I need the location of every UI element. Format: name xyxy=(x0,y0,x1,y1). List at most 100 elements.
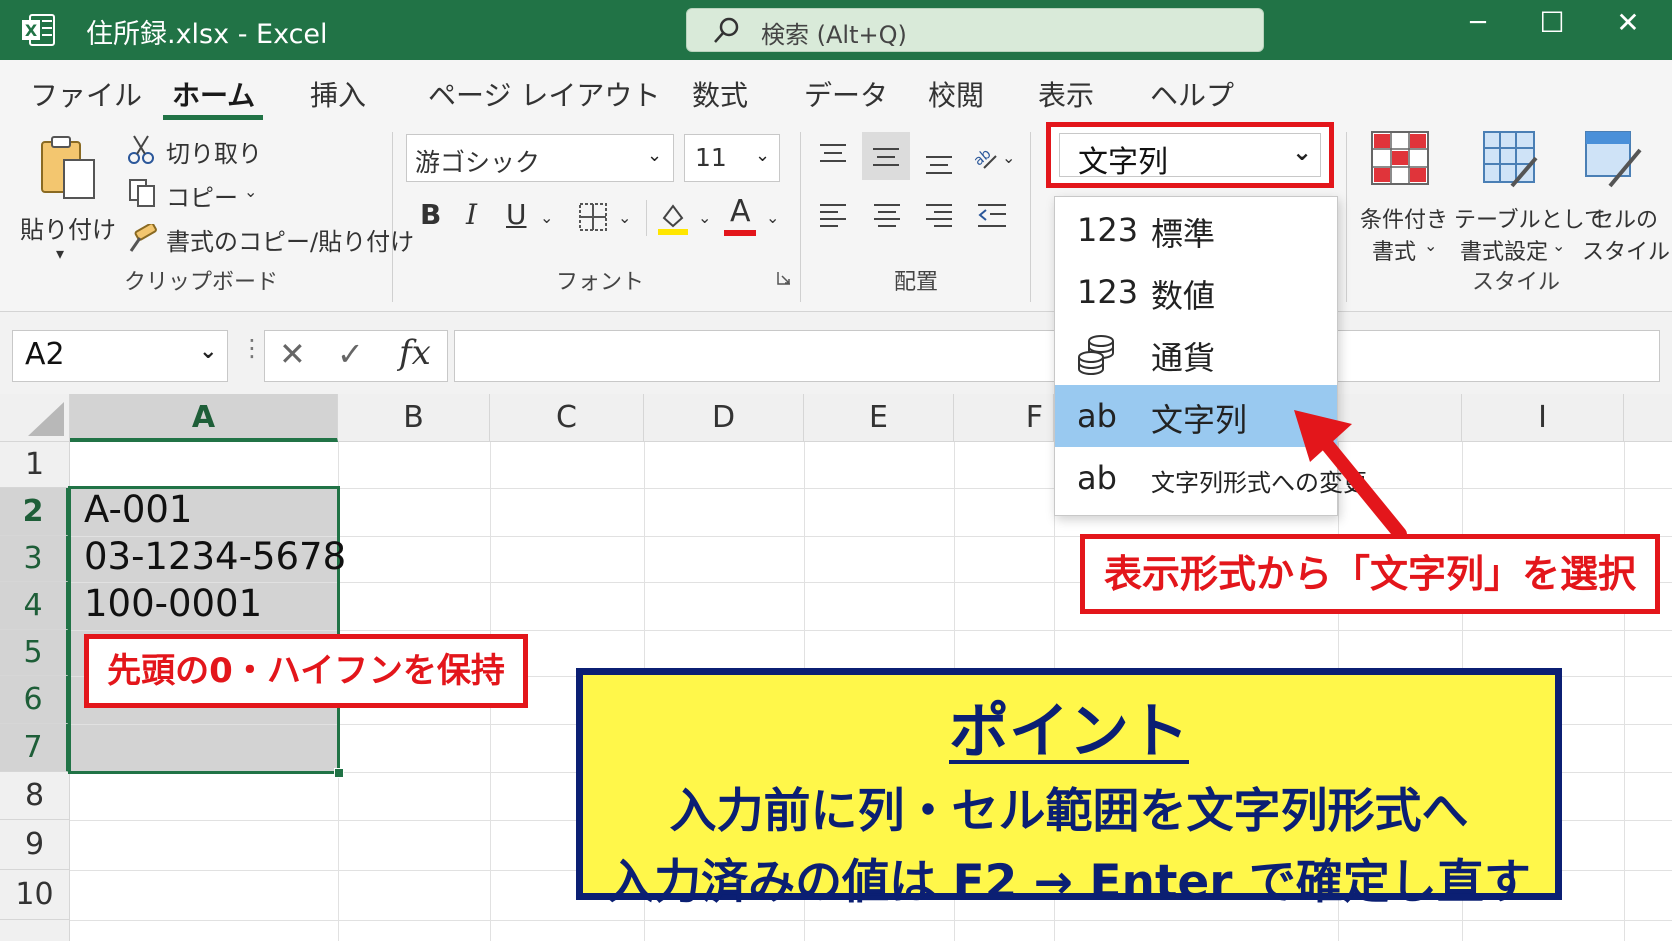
tab-data[interactable]: データ xyxy=(804,74,888,114)
conditional-formatting-icon xyxy=(1371,131,1429,185)
column-header-i[interactable]: I xyxy=(1462,394,1624,442)
cell-a3[interactable]: 03-1234-5678 xyxy=(84,535,346,578)
align-bottom-icon[interactable] xyxy=(924,150,954,176)
row-header-4[interactable]: 4 xyxy=(0,582,70,630)
decrease-indent-icon[interactable] xyxy=(976,202,1008,230)
column-header-c[interactable]: C xyxy=(490,394,644,442)
general-123-icon: 123 xyxy=(1077,211,1139,249)
copy-button[interactable]: コピー xyxy=(166,178,238,213)
font-color-button[interactable]: A xyxy=(730,194,751,229)
tab-home[interactable]: ホーム xyxy=(172,74,255,114)
format-option-currency[interactable]: 通貨 xyxy=(1055,323,1337,385)
format-option-label: 文字列 xyxy=(1151,401,1248,439)
maximize-button[interactable]: ☐ xyxy=(1532,6,1572,46)
column-header-d[interactable]: D xyxy=(644,394,804,442)
format-painter-button[interactable]: 書式のコピー/貼り付け xyxy=(166,222,414,257)
borders-chevron-icon[interactable]: ⌄ xyxy=(618,208,631,227)
align-right-icon[interactable] xyxy=(924,202,954,230)
select-all-corner[interactable] xyxy=(0,394,70,442)
minimize-button[interactable]: ─ xyxy=(1458,8,1498,48)
format-option-number[interactable]: 123 数値 xyxy=(1055,261,1337,323)
cancel-entry-button[interactable]: ✕ xyxy=(279,335,306,373)
search-box[interactable]: 検索 (Alt+Q) xyxy=(686,8,1264,52)
orientation-icon[interactable]: ab xyxy=(970,142,1000,172)
name-box-value: A2 xyxy=(25,337,65,372)
bold-button[interactable]: B xyxy=(420,198,441,231)
row-header-6[interactable]: 6 xyxy=(0,676,70,724)
conditional-formatting-label-2[interactable]: 書式 xyxy=(1372,234,1416,266)
close-button[interactable]: ✕ xyxy=(1608,6,1648,46)
font-name-chevron-icon: ⌄ xyxy=(647,145,663,166)
fill-handle[interactable] xyxy=(334,768,344,778)
confirm-entry-button[interactable]: ✓ xyxy=(337,335,364,373)
format-option-label: 標準 xyxy=(1151,215,1216,253)
format-option-label: 数値 xyxy=(1151,277,1216,315)
cell-a2[interactable]: A-001 xyxy=(84,488,192,531)
font-color-swatch xyxy=(724,230,756,236)
font-size-select[interactable]: 11 ⌄ xyxy=(684,134,780,182)
row-header-8[interactable]: 8 xyxy=(0,772,70,820)
cell-a4[interactable]: 100-0001 xyxy=(84,582,262,625)
format-as-table-label-2[interactable]: 書式設定 xyxy=(1460,234,1548,266)
cell-styles-label-1[interactable]: セルの xyxy=(1592,202,1658,234)
conditional-formatting-chevron-icon[interactable]: ⌄ xyxy=(1424,236,1437,255)
name-box[interactable]: A2 ⌄ xyxy=(12,330,228,382)
column-header-a[interactable]: A xyxy=(70,394,338,442)
format-as-table-label-1[interactable]: テーブルとして xyxy=(1454,202,1606,234)
conditional-formatting-label-1[interactable]: 条件付き xyxy=(1360,202,1448,234)
formula-controls: ✕ ✓ fx xyxy=(264,330,448,382)
row-header-3[interactable]: 3 xyxy=(0,536,70,582)
tab-formulas[interactable]: 数式 xyxy=(692,74,748,114)
underline-button[interactable]: U xyxy=(506,198,527,231)
copy-dropdown-chevron-icon[interactable]: ⌄ xyxy=(244,182,257,201)
format-option-general[interactable]: 123 標準 xyxy=(1055,199,1337,261)
ribbon-separator xyxy=(800,132,801,302)
row-header-9[interactable]: 9 xyxy=(0,820,70,870)
paste-label: 貼り付け xyxy=(20,216,116,244)
tab-page-layout[interactable]: ページ レイアウト xyxy=(428,74,660,114)
formula-bar-grip-icon[interactable]: ⋮ xyxy=(240,334,264,362)
tab-file[interactable]: ファイル xyxy=(30,74,142,114)
format-painter-icon xyxy=(129,224,157,252)
insert-function-button[interactable]: fx xyxy=(399,333,431,373)
active-tab-indicator xyxy=(163,115,263,120)
font-color-chevron-icon[interactable]: ⌄ xyxy=(766,208,779,227)
align-center-icon[interactable] xyxy=(872,202,902,230)
row-header-7[interactable]: 7 xyxy=(0,724,70,772)
select-text-callout: 表示形式から「文字列」を選択 xyxy=(1080,534,1660,614)
underline-chevron-icon[interactable]: ⌄ xyxy=(540,208,553,227)
row-header-1[interactable]: 1 xyxy=(0,442,70,488)
column-header-b[interactable]: B xyxy=(338,394,490,442)
row-header-11[interactable] xyxy=(0,920,70,941)
paste-dropdown-chevron-icon[interactable]: ▾ xyxy=(56,244,64,263)
paste-clipboard-icon xyxy=(41,136,95,199)
format-as-table-chevron-icon[interactable]: ⌄ xyxy=(1552,236,1565,255)
orientation-chevron-icon[interactable]: ⌄ xyxy=(1002,148,1015,167)
row-header-5[interactable]: 5 xyxy=(0,630,70,676)
ribbon-separator xyxy=(392,132,393,302)
align-left-icon[interactable] xyxy=(818,202,848,230)
fill-color-icon[interactable] xyxy=(656,200,690,236)
cell-styles-label-2[interactable]: スタイル xyxy=(1582,234,1670,266)
font-name-select[interactable]: 游ゴシック ⌄ xyxy=(406,134,674,182)
cut-button[interactable]: 切り取り xyxy=(166,134,262,169)
align-top-icon[interactable] xyxy=(818,142,848,168)
tab-help[interactable]: ヘルプ xyxy=(1150,74,1234,114)
column-header-e[interactable]: E xyxy=(804,394,954,442)
paste-button[interactable]: 貼り付け ▾ xyxy=(20,132,120,282)
tab-insert[interactable]: 挿入 xyxy=(310,74,366,114)
italic-button[interactable]: I xyxy=(466,198,477,231)
search-icon xyxy=(714,17,739,43)
search-placeholder: 検索 (Alt+Q) xyxy=(761,21,907,49)
row-header-2[interactable]: 2 xyxy=(0,488,70,536)
column-header-j[interactable] xyxy=(1624,394,1672,442)
fill-color-chevron-icon[interactable]: ⌄ xyxy=(698,208,711,227)
borders-icon[interactable] xyxy=(578,202,608,232)
tab-review[interactable]: 校閲 xyxy=(928,74,984,114)
number-format-select[interactable]: 文字列 ⌄ xyxy=(1046,122,1334,188)
row-header-10[interactable]: 10 xyxy=(0,870,70,920)
align-middle-button[interactable] xyxy=(862,132,910,180)
font-dialog-launcher-icon[interactable] xyxy=(776,270,792,286)
tab-view[interactable]: 表示 xyxy=(1038,74,1094,114)
column-header-f[interactable]: F xyxy=(954,394,1054,442)
